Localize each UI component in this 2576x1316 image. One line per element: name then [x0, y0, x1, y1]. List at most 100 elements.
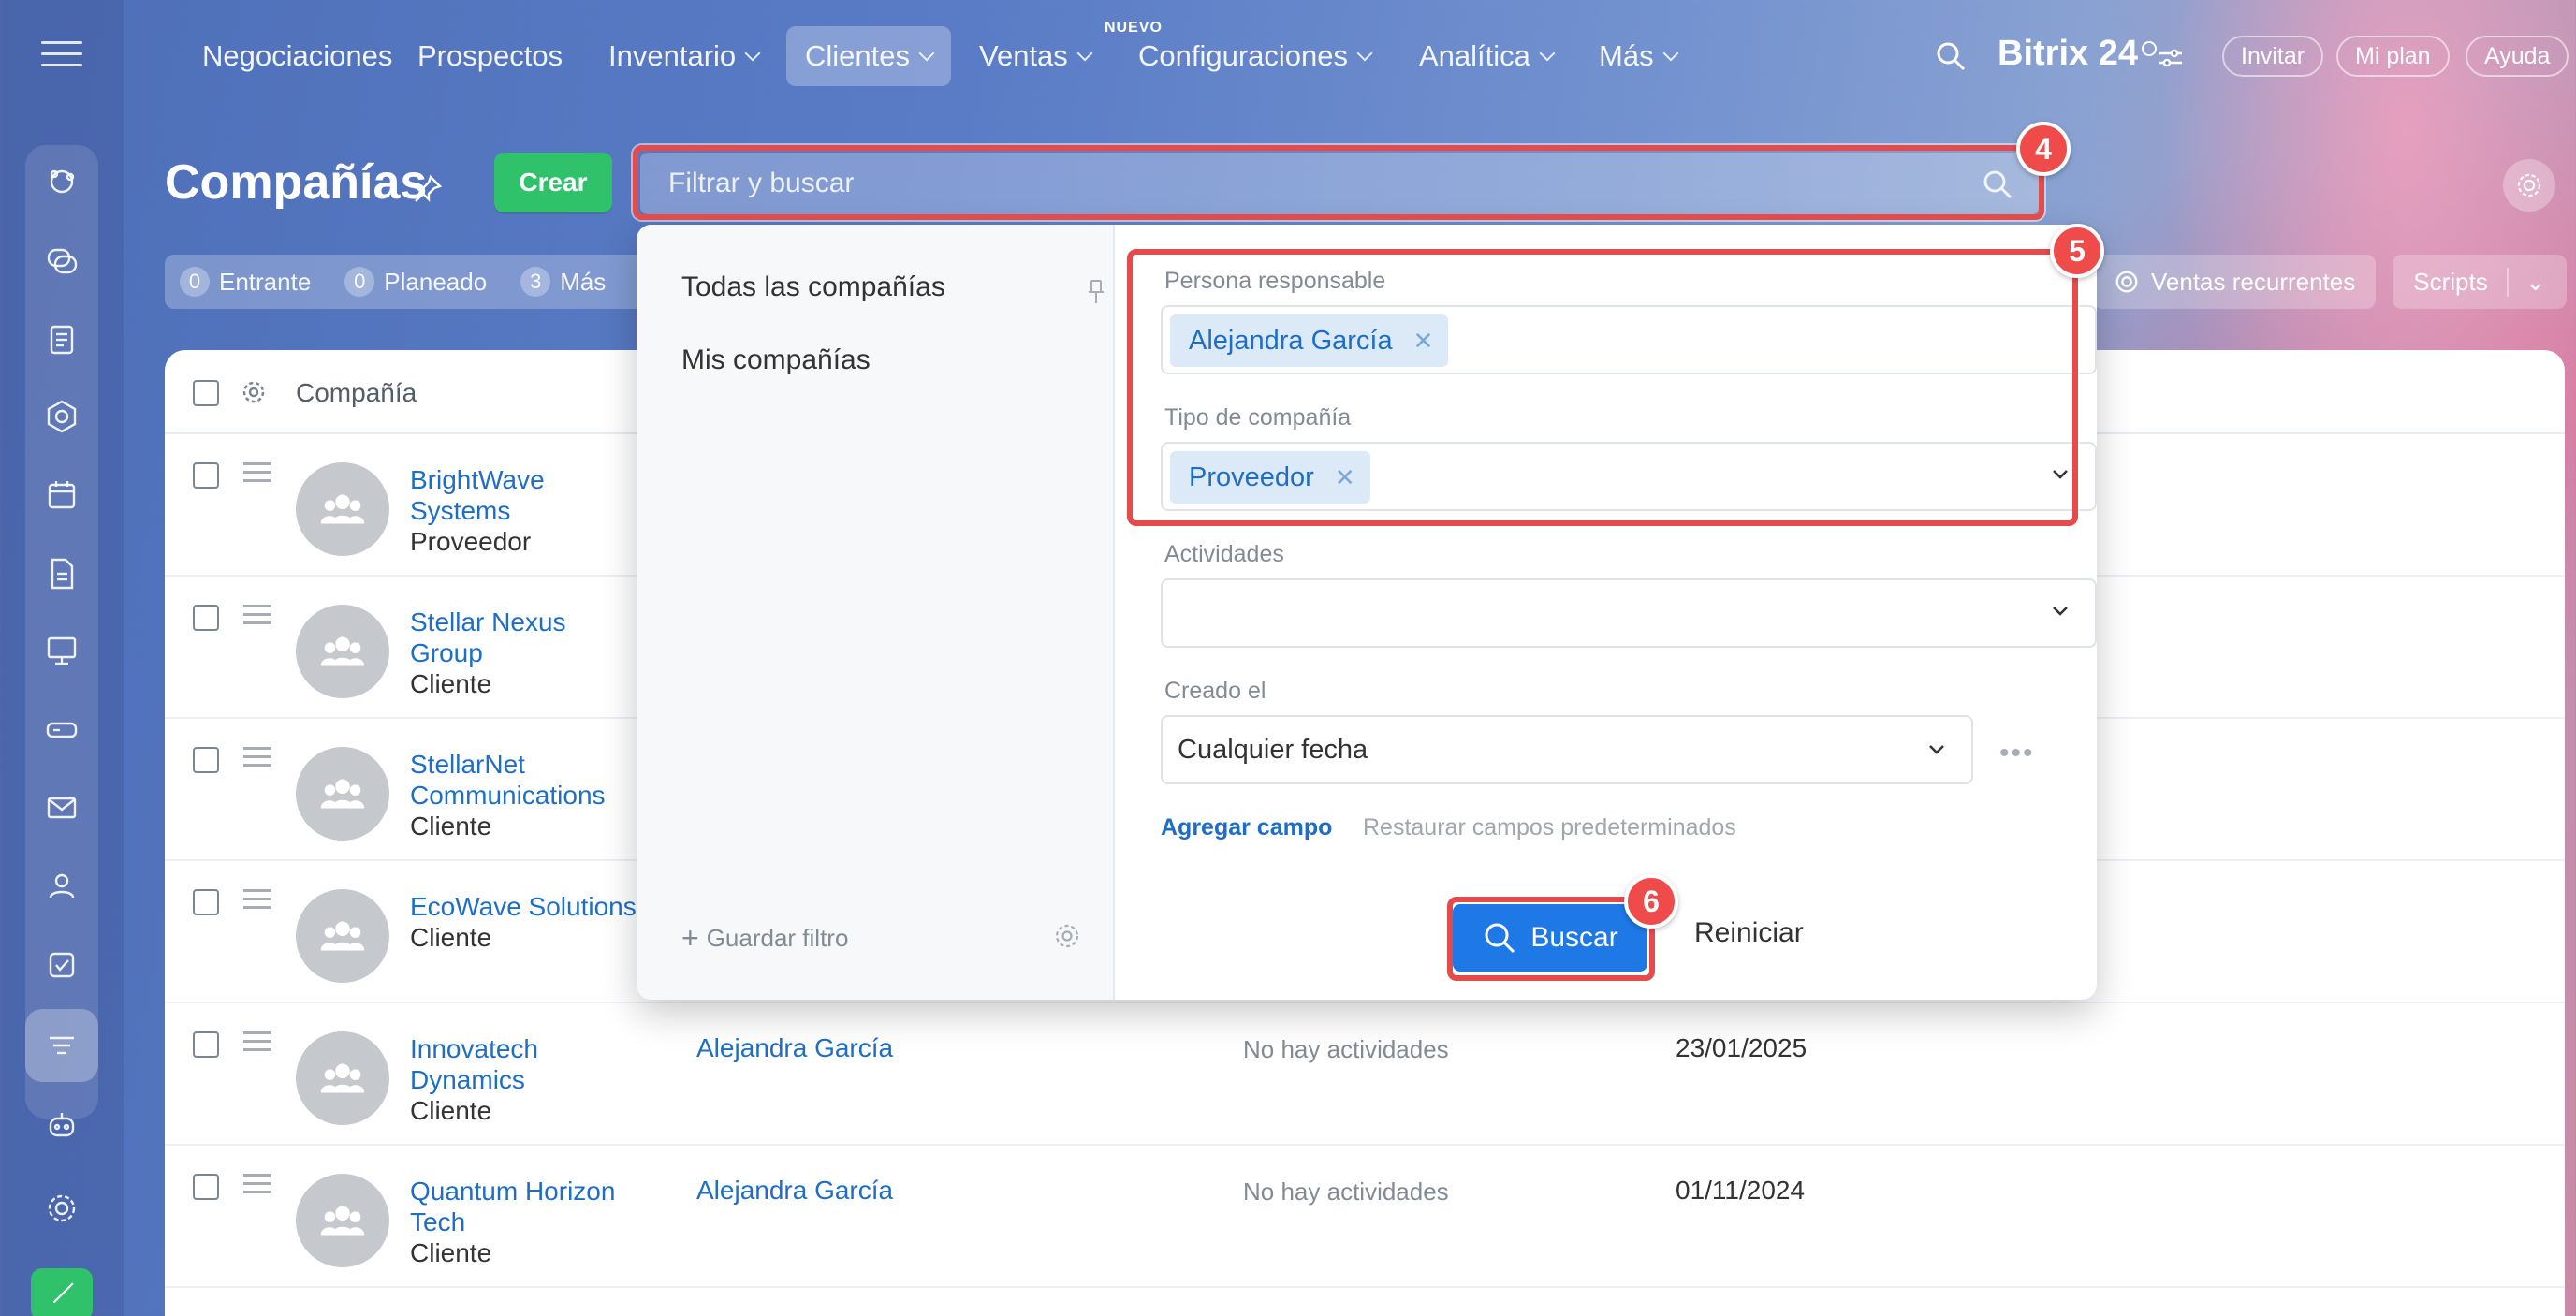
sidebar-chat-icon[interactable] — [25, 225, 98, 298]
company-avatar — [296, 605, 389, 698]
nav-item-ventas[interactable]: Ventas — [960, 26, 1109, 86]
search-placeholder: Filtrar y buscar — [668, 168, 855, 198]
drag-handle-icon[interactable] — [243, 889, 271, 914]
nav-item-inventario[interactable]: Inventario — [590, 26, 777, 86]
created-date-select[interactable]: Cualquier fecha — [1161, 715, 1973, 784]
sidebar-drive-icon[interactable] — [25, 693, 98, 766]
nav-item-clientes[interactable]: Clientes — [786, 26, 951, 86]
invite-button[interactable]: Invitar — [2222, 36, 2324, 77]
table-row[interactable]: Quantum Horizon Tech Cliente Alejandra Ga… — [165, 1146, 2565, 1288]
sidebar-tasks-list-icon[interactable] — [25, 303, 98, 376]
search-icon[interactable] — [1981, 168, 2014, 201]
sidebar-hexagon-icon[interactable] — [25, 380, 98, 453]
company-name[interactable]: Stellar Nexus Group — [410, 607, 566, 667]
counter-incoming[interactable]: 0 Entrante — [180, 267, 311, 297]
more-options-icon[interactable]: ••• — [1999, 738, 2035, 769]
drag-handle-icon[interactable] — [243, 1174, 271, 1199]
remove-tag-icon[interactable]: ✕ — [1335, 463, 1355, 492]
company-name[interactable]: BrightWave Systems — [410, 465, 545, 525]
counter-more[interactable]: 3 Más — [520, 267, 606, 297]
nav-item-negociaciones[interactable]: Negociaciones — [183, 26, 411, 86]
company-name-link[interactable]: Stellar Nexus Group Cliente — [410, 607, 644, 699]
filter-search-input[interactable]: Filtrar y buscar — [640, 153, 2039, 214]
my-plan-button[interactable]: Mi plan — [2336, 36, 2450, 77]
top-navigation: Negociaciones Prospectos Inventario Clie… — [124, 0, 2576, 112]
chevron-down-icon[interactable] — [1926, 739, 1947, 760]
chevron-down-icon[interactable] — [2050, 601, 2071, 621]
company-name-link[interactable]: Innovatech Dynamics Cliente — [410, 1033, 644, 1126]
company-type-tag: Proveedor ✕ — [1170, 451, 1370, 504]
sidebar-mail-icon[interactable] — [25, 771, 98, 844]
search-button[interactable]: Buscar — [1453, 904, 1647, 972]
save-filter-button[interactable]: + Guardar filtro — [681, 921, 848, 956]
restore-fields-link[interactable]: Restaurar campos predeterminados — [1363, 814, 1736, 841]
page-settings-gear-icon[interactable] — [2503, 159, 2555, 212]
sidebar-document-icon[interactable] — [25, 537, 98, 610]
recurring-sales-button[interactable]: Ventas recurrentes — [2093, 255, 2377, 309]
pin-icon[interactable] — [412, 173, 444, 205]
step-badge-4: 4 — [2016, 122, 2071, 176]
company-name-link[interactable]: StellarNet Communications Cliente — [410, 749, 644, 841]
company-name-link[interactable]: EcoWave Solutions Cliente — [410, 891, 644, 953]
create-button[interactable]: Crear — [494, 153, 612, 212]
hamburger-menu-icon[interactable] — [41, 41, 82, 69]
remove-tag-icon[interactable]: ✕ — [1413, 327, 1434, 356]
sidebar-contacts-icon[interactable] — [25, 850, 98, 923]
pin-icon[interactable] — [1086, 279, 1106, 305]
company-name[interactable]: Innovatech Dynamics — [410, 1034, 538, 1094]
row-checkbox[interactable] — [193, 1174, 219, 1200]
sidebar-crm-funnel-icon[interactable] — [25, 1009, 98, 1082]
add-field-link[interactable]: Agregar campo — [1161, 814, 1332, 841]
nav-item-configuraciones[interactable]: Configuraciones — [1120, 26, 1389, 86]
drag-handle-icon[interactable] — [243, 462, 271, 488]
help-button[interactable]: Ayuda — [2466, 36, 2569, 77]
sidebar-settings-gear-icon[interactable] — [25, 1172, 98, 1245]
drag-handle-icon[interactable] — [243, 1031, 271, 1057]
nav-item-mas[interactable]: Más — [1580, 26, 1695, 86]
row-checkbox[interactable] — [193, 462, 219, 489]
company-type-field[interactable]: Proveedor ✕ — [1161, 442, 2097, 511]
rocket-icon[interactable] — [31, 1268, 93, 1316]
drag-handle-icon[interactable] — [243, 747, 271, 772]
sidebar-feed-icon[interactable] — [25, 145, 98, 218]
nav-item-prospectos[interactable]: Prospectos — [399, 26, 581, 86]
row-checkbox[interactable] — [193, 889, 219, 915]
sidebar-robot-icon[interactable] — [25, 1088, 98, 1161]
table-row[interactable]: Innovatech Dynamics Cliente Alejandra Gar… — [165, 1003, 2565, 1146]
drag-handle-icon[interactable] — [243, 605, 271, 630]
tune-icon[interactable] — [2157, 44, 2185, 72]
nav-item-analitica[interactable]: Analítica — [1400, 26, 1572, 86]
sidebar-presentation-icon[interactable] — [25, 614, 98, 687]
counter-planned[interactable]: 0 Planeado — [344, 267, 487, 297]
tag-label: Alejandra García — [1189, 325, 1393, 356]
search-icon[interactable] — [1934, 39, 1968, 73]
preset-my-companies[interactable]: Mis compañías — [681, 344, 871, 376]
company-name-link[interactable]: BrightWave Systems Proveedor — [410, 464, 644, 557]
company-avatar — [296, 462, 389, 556]
preset-all-companies[interactable]: Todas las compañías — [681, 271, 945, 303]
responsible-person-link[interactable]: Alejandra García — [696, 1176, 893, 1206]
reset-button[interactable]: Reiniciar — [1694, 917, 1804, 949]
nav-label: Ventas — [979, 39, 1068, 72]
company-name[interactable]: StellarNet Communications — [410, 750, 606, 810]
select-all-checkbox[interactable] — [193, 380, 219, 406]
row-checkbox[interactable] — [193, 605, 219, 631]
company-type-label: Tipo de compañía — [1164, 404, 1352, 431]
row-checkbox[interactable] — [193, 1031, 219, 1058]
chevron-down-icon[interactable] — [2050, 464, 2071, 485]
company-name[interactable]: EcoWave Solutions — [410, 892, 637, 921]
sidebar-calendar-icon[interactable] — [25, 459, 98, 532]
row-checkbox[interactable] — [193, 747, 219, 773]
responsible-field[interactable]: Alejandra García ✕ — [1161, 305, 2097, 374]
responsible-person-link[interactable]: Alejandra García — [696, 1033, 893, 1063]
activities-field[interactable] — [1161, 578, 2097, 648]
scripts-button[interactable]: Scripts ⌄ — [2393, 255, 2567, 309]
filter-settings-gear-icon[interactable] — [1052, 921, 1082, 951]
column-header-company[interactable]: Compañía — [296, 378, 417, 408]
company-name-link[interactable]: Quantum Horizon Tech Cliente — [410, 1176, 644, 1268]
sidebar-checkbox-icon[interactable] — [25, 929, 98, 1002]
search-icon — [1485, 923, 1515, 954]
column-settings-gear-icon[interactable] — [240, 378, 268, 406]
company-name[interactable]: Quantum Horizon Tech — [410, 1177, 615, 1236]
chevron-down-icon[interactable]: ⌄ — [2506, 267, 2546, 297]
